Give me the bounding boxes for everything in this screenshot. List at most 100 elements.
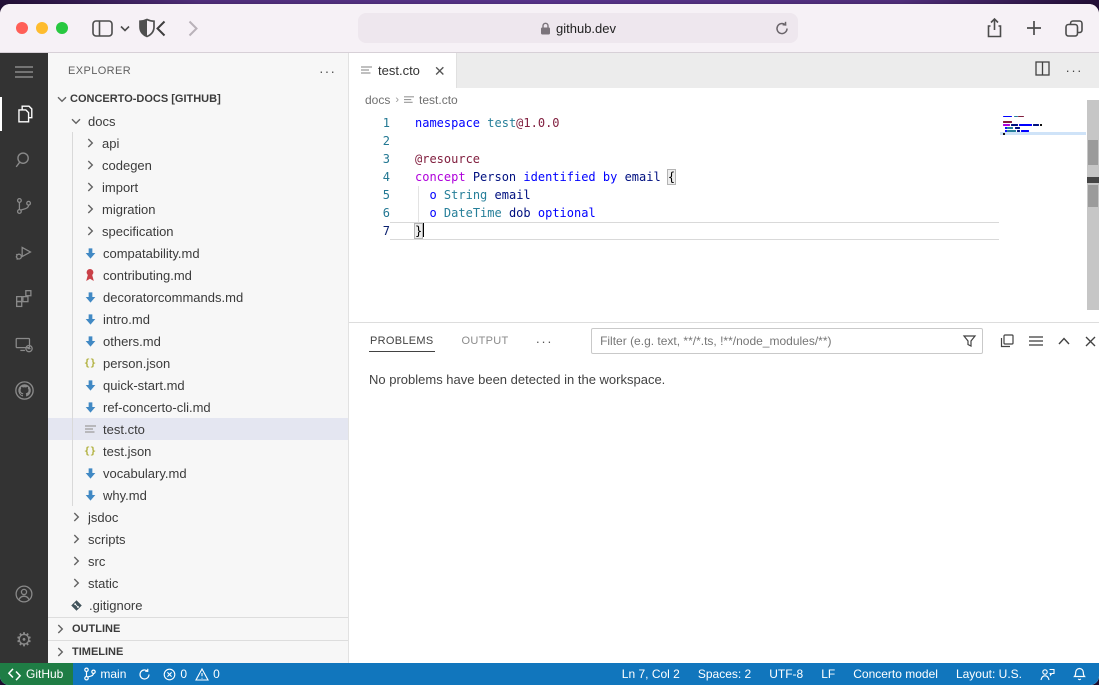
address-bar[interactable]: github.dev [358, 13, 798, 43]
section-outline[interactable]: OUTLINE [48, 617, 348, 640]
tree-item-label: import [102, 179, 139, 195]
tree-item-vocabulary-md[interactable]: vocabulary.md [48, 462, 348, 484]
tree-item-scripts[interactable]: scripts [48, 528, 348, 550]
status-language-mode[interactable]: Concerto model [844, 663, 947, 685]
tree-item-label: migration [102, 201, 156, 217]
minimize-window-button[interactable] [36, 22, 48, 34]
remote-indicator[interactable]: GitHub [0, 663, 74, 685]
account-icon[interactable] [0, 571, 48, 617]
status-encoding[interactable]: UTF-8 [760, 663, 812, 685]
minimap[interactable] [1003, 115, 1083, 136]
search-icon[interactable] [0, 137, 48, 183]
copy-problems-icon[interactable] [1000, 334, 1014, 348]
tree-item-test-cto[interactable]: test.cto [48, 418, 348, 440]
code-line-1[interactable]: 1 namespace test@1.0.0 [349, 114, 1099, 132]
ribbon-file-icon [82, 267, 98, 283]
chevron-right-icon [52, 624, 68, 634]
maximize-panel-icon[interactable] [1058, 337, 1070, 345]
status-indentation[interactable]: Spaces: 2 [689, 663, 760, 685]
tree-item-src[interactable]: src [48, 550, 348, 572]
tab-test-cto[interactable]: test.cto ✕ [349, 53, 457, 88]
extensions-icon[interactable] [0, 275, 48, 321]
tree-item-label: decoratorcommands.md [103, 289, 244, 305]
status-keyboard-layout[interactable]: Layout: U.S. [947, 663, 1031, 685]
problems-filter-input[interactable] [591, 328, 984, 354]
close-window-button[interactable] [16, 22, 28, 34]
code-line-6[interactable]: 6 o DateTime dob optional [349, 204, 1099, 222]
url-text: github.dev [556, 20, 616, 36]
source-control-icon[interactable] [0, 183, 48, 229]
notifications-button[interactable] [1064, 663, 1099, 685]
tree-item-label: src [88, 553, 106, 569]
zoom-window-button[interactable] [56, 22, 68, 34]
section-timeline[interactable]: TIMELINE [48, 640, 348, 663]
tab-overview-icon[interactable] [1065, 18, 1083, 38]
line-number: 2 [382, 134, 390, 148]
tree-item-docs[interactable]: docs [48, 110, 348, 132]
tree-item-api[interactable]: api [48, 132, 348, 154]
tab-output[interactable]: OUTPUT [461, 331, 510, 351]
run-debug-icon[interactable] [0, 229, 48, 275]
branch-indicator[interactable]: main [77, 663, 132, 685]
explorer-more-actions-icon[interactable]: ··· [319, 63, 336, 79]
new-tab-icon[interactable] [1026, 18, 1042, 38]
sidebar-menu-chevron-icon[interactable] [120, 25, 130, 32]
tree-item-specification[interactable]: specification [48, 220, 348, 242]
explorer-icon[interactable] [0, 91, 48, 137]
breadcrumb-file[interactable]: test.cto [419, 93, 458, 107]
editor-scrollbar[interactable] [1087, 100, 1099, 310]
sidebar-toggle-icon[interactable] [92, 19, 113, 37]
share-icon[interactable] [986, 17, 1003, 38]
status-cursor-position[interactable]: Ln 7, Col 2 [613, 663, 689, 685]
tree-item-person-json[interactable]: {} person.json [48, 352, 348, 374]
sync-button[interactable] [132, 663, 157, 685]
back-button[interactable] [156, 20, 166, 37]
tree-item--gitignore[interactable]: .gitignore [48, 594, 348, 616]
tree-item-others-md[interactable]: others.md [48, 330, 348, 352]
tree-item-jsdoc[interactable]: jsdoc [48, 506, 348, 528]
settings-icon[interactable]: ⚙ [0, 617, 48, 663]
panel-more-tabs-icon[interactable]: ··· [536, 334, 554, 349]
tree-root-folder[interactable]: CONCERTO-DOCS [GITHUB] [48, 88, 348, 110]
explorer-title: EXPLORER [68, 64, 132, 77]
tree-item-static[interactable]: static [48, 572, 348, 594]
problems-indicator[interactable]: 0 0 [157, 663, 225, 685]
code-line-7[interactable]: 7} [349, 222, 1099, 240]
remote-explorer-icon[interactable] [0, 321, 48, 367]
tree-item-migration[interactable]: migration [48, 198, 348, 220]
tree-item-label: vocabulary.md [103, 465, 187, 481]
tree-item-contributing-md[interactable]: contributing.md [48, 264, 348, 286]
close-tab-icon[interactable]: ✕ [434, 64, 446, 78]
split-editor-icon[interactable] [1034, 60, 1050, 81]
breadcrumb-folder[interactable]: docs [365, 93, 390, 107]
code-editor[interactable]: 1 namespace test@1.0.0 2 3 @resource 4 concept… [349, 112, 1099, 322]
chevron-right-icon [82, 157, 98, 173]
menu-icon[interactable] [0, 53, 48, 91]
feedback-button[interactable] [1031, 663, 1064, 685]
markdown-file-icon [82, 333, 98, 349]
breadcrumb-separator: › [395, 94, 400, 106]
tree-item-why-md[interactable]: why.md [48, 484, 348, 506]
forward-button[interactable] [188, 20, 198, 37]
tree-item-decoratorcommands-md[interactable]: decoratorcommands.md [48, 286, 348, 308]
code-line-4[interactable]: 4 concept Person identified by email { [349, 168, 1099, 186]
github-icon[interactable] [0, 367, 48, 413]
tree-item-intro-md[interactable]: intro.md [48, 308, 348, 330]
tree-item-compatability-md[interactable]: compatability.md [48, 242, 348, 264]
privacy-shield-icon[interactable] [138, 18, 156, 38]
reload-icon[interactable] [775, 21, 789, 36]
editor-more-actions-icon[interactable]: ··· [1066, 63, 1084, 78]
code-line-5[interactable]: 5 o String email [349, 186, 1099, 204]
tree-item-test-json[interactable]: {} test.json [48, 440, 348, 462]
code-line-2[interactable]: 2 [349, 132, 1099, 150]
tab-problems[interactable]: PROBLEMS [369, 331, 435, 352]
tree-item-import[interactable]: import [48, 176, 348, 198]
view-as-table-icon[interactable] [1029, 335, 1044, 347]
tree-item-label: jsdoc [88, 509, 119, 525]
tree-item-codegen[interactable]: codegen [48, 154, 348, 176]
tree-item-quick-start-md[interactable]: quick-start.md [48, 374, 348, 396]
tree-item-ref-concerto-cli-md[interactable]: ref-concerto-cli.md [48, 396, 348, 418]
close-panel-icon[interactable] [1085, 336, 1096, 347]
code-line-3[interactable]: 3 @resource [349, 150, 1099, 168]
status-eol[interactable]: LF [812, 663, 844, 685]
